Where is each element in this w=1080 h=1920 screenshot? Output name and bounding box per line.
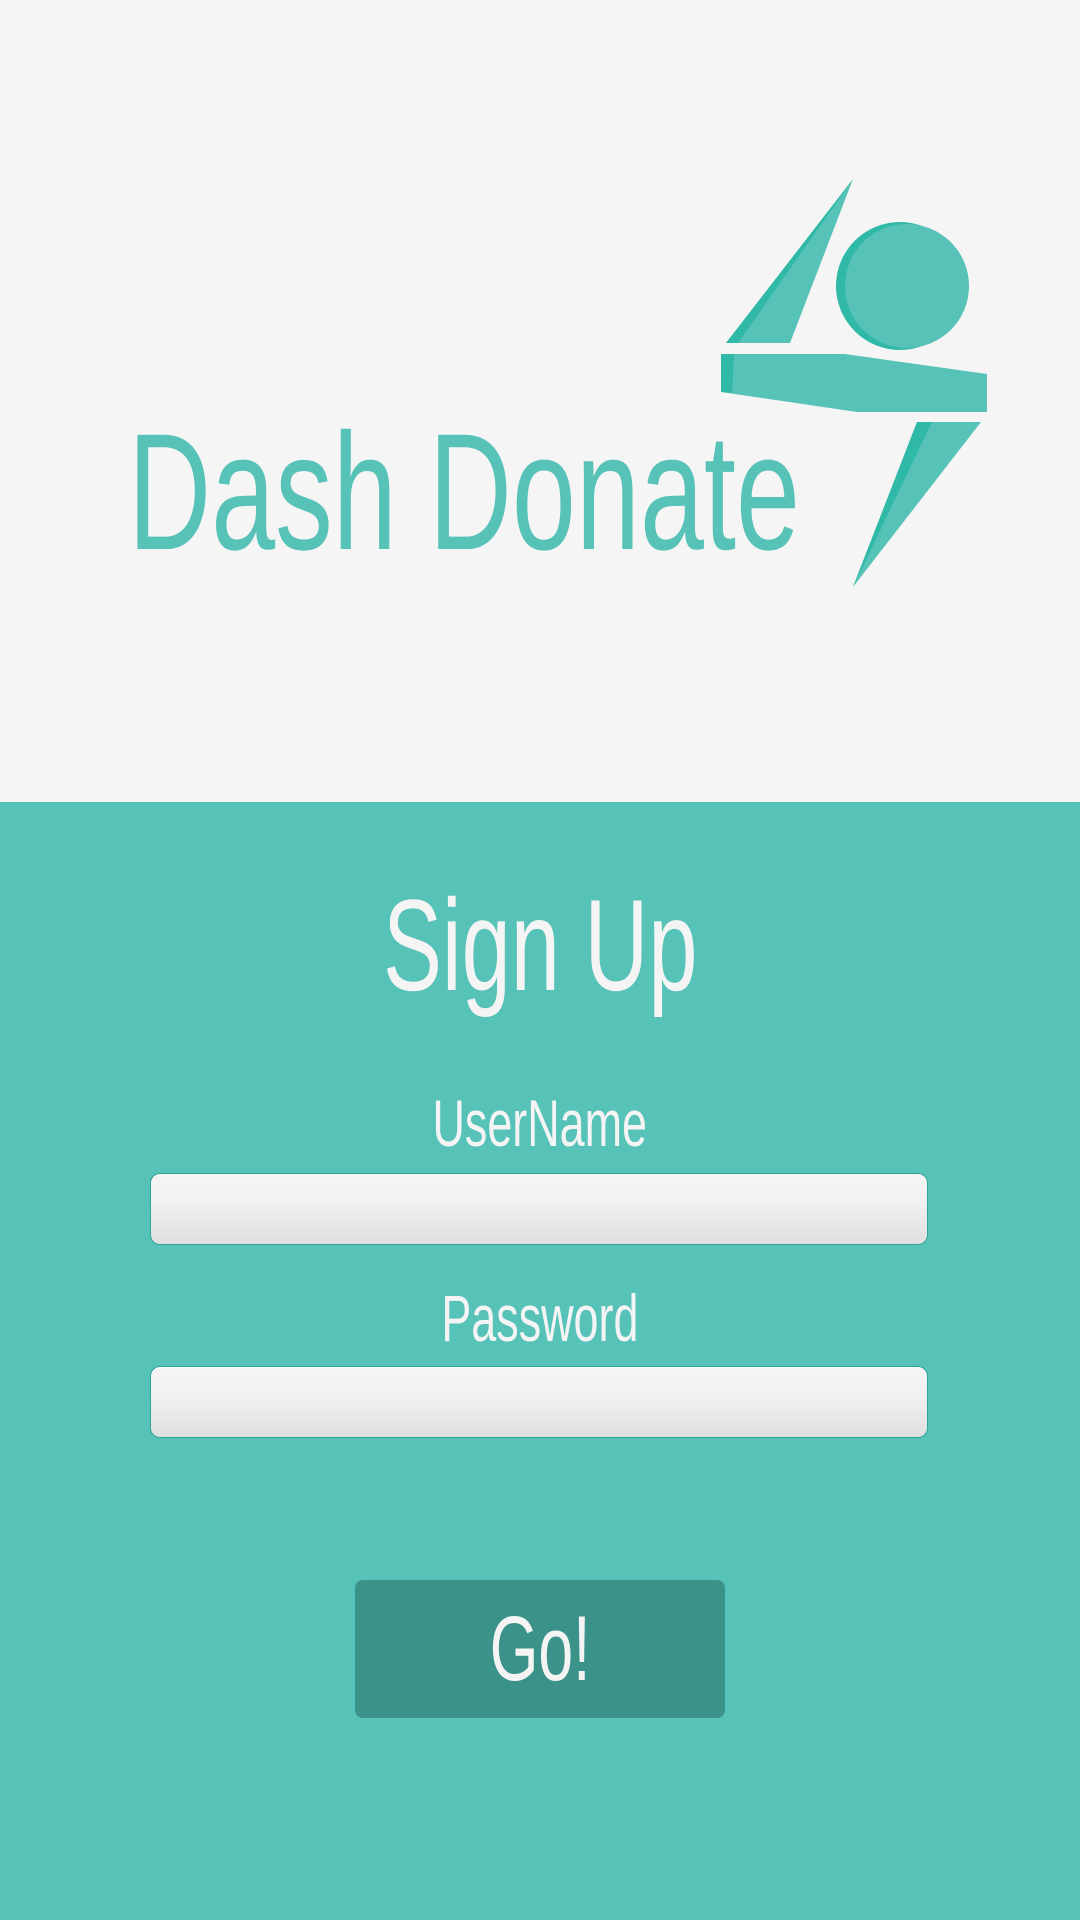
dash-donate-logo: Dash Donate (128, 179, 987, 587)
username-label: UserName (432, 1086, 648, 1160)
logo-text: Dash Donate (128, 400, 800, 585)
signup-heading: Sign Up (382, 872, 698, 1018)
go-button[interactable]: Go! (355, 1580, 725, 1718)
header-section: Dash Donate (0, 0, 1080, 802)
go-button-label: Go! (489, 1598, 591, 1700)
username-input[interactable] (150, 1173, 928, 1245)
password-label: Password (441, 1281, 639, 1355)
password-input[interactable] (150, 1366, 928, 1438)
